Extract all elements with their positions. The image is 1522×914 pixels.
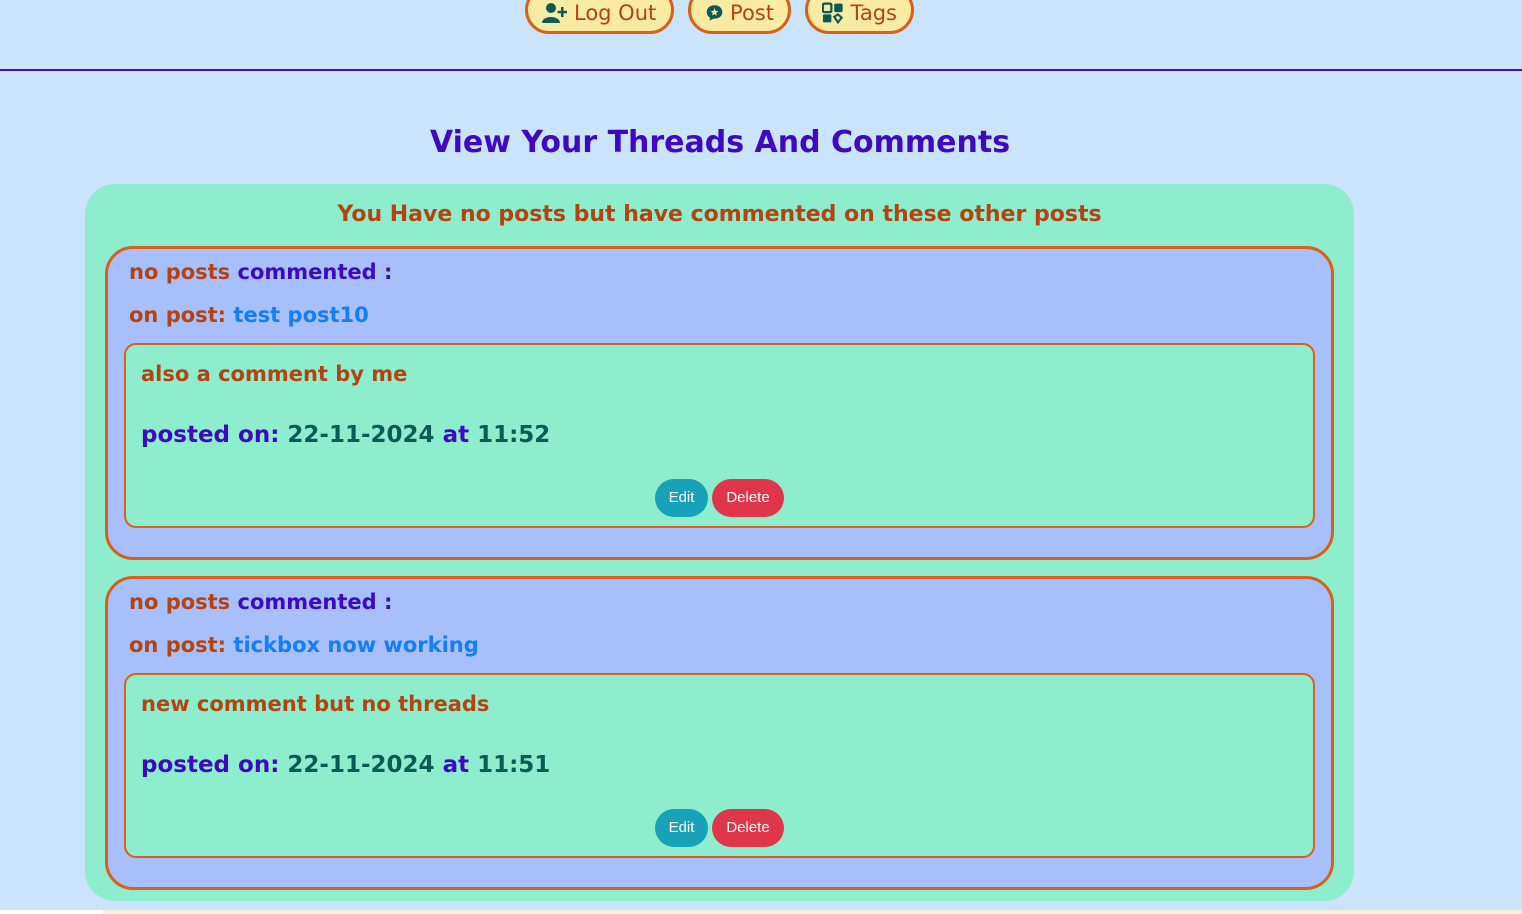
at-label: at [442, 422, 470, 448]
thread-header: no posts commented : [129, 587, 392, 617]
posted-date: 22-11-2024 [287, 422, 435, 448]
at-label: at [442, 752, 470, 778]
comment-date: posted on: 22-11-2024 at 11:52 [141, 419, 550, 451]
comment-star-icon [706, 5, 723, 21]
comment-text: also a comment by me [141, 362, 408, 386]
comment-text: new comment but no threads [141, 692, 490, 716]
post-button[interactable]: Post [688, 0, 791, 34]
delete-comment-button[interactable]: Delete [712, 479, 784, 517]
thread-card: no posts commented : on post: tickbox no… [105, 576, 1334, 890]
bottom-edge [0, 910, 103, 914]
posted-time: 11:51 [477, 752, 551, 778]
edit-comment-button[interactable]: Edit [655, 479, 708, 517]
posted-on-label: posted on: [141, 752, 280, 778]
posted-on-label: posted on: [141, 422, 280, 448]
thread-card: no posts commented : on post: test post1… [105, 246, 1334, 560]
logout-label: Log Out [574, 1, 657, 25]
panel-subtitle: You Have no posts but have commented on … [337, 202, 1102, 227]
thread-header: no posts commented : [129, 257, 392, 287]
thread-post-line: on post: tickbox now working [129, 630, 479, 660]
user-plus-icon [542, 3, 567, 23]
threads-panel: You Have no posts but have commented on … [85, 184, 1354, 901]
on-post-label: on post: [129, 633, 227, 657]
thread-post-line: on post: test post10 [129, 300, 369, 330]
logout-button[interactable]: Log Out [525, 0, 674, 34]
edit-comment-button[interactable]: Edit [655, 809, 708, 847]
post-title-link[interactable]: test post10 [233, 303, 368, 327]
page-title: View Your Threads And Comments [429, 125, 1011, 160]
comment-box: also a comment by me posted on: 22-11-20… [124, 343, 1315, 528]
posted-date: 22-11-2024 [287, 752, 435, 778]
bottom-edge [103, 910, 1522, 914]
tags-label: Tags [850, 1, 898, 25]
top-navbar: Log Out Post Tags [0, 0, 1522, 71]
on-post-label: on post: [129, 303, 227, 327]
commented-label: commented : [237, 260, 393, 284]
post-title-link[interactable]: tickbox now working [233, 633, 478, 657]
comment-box: new comment but no threads posted on: 22… [124, 673, 1315, 858]
no-posts-label: no posts [129, 590, 231, 614]
delete-comment-button[interactable]: Delete [712, 809, 784, 847]
commented-label: commented : [237, 590, 393, 614]
posted-time: 11:52 [477, 422, 551, 448]
no-posts-label: no posts [129, 260, 231, 284]
tags-icon [822, 2, 844, 24]
comment-date: posted on: 22-11-2024 at 11:51 [141, 749, 550, 781]
post-label: Post [730, 1, 774, 25]
tags-button[interactable]: Tags [805, 0, 914, 34]
